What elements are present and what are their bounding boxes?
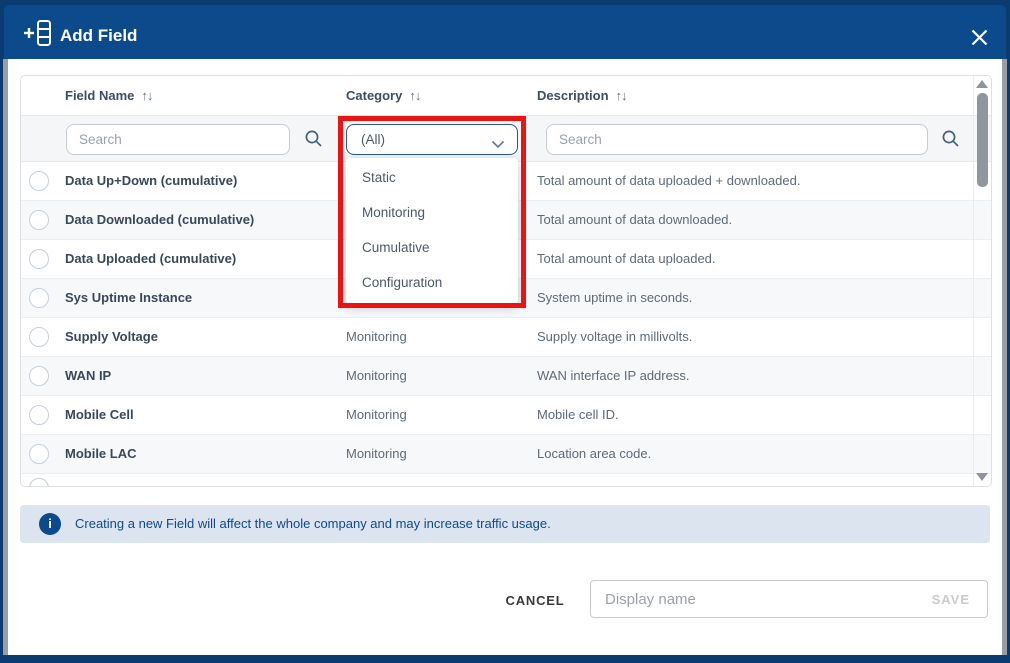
- field-name: Data Up+Down (cumulative): [65, 162, 237, 200]
- row-radio[interactable]: [29, 210, 49, 230]
- table-row[interactable]: Supply Voltage Monitoring Supply voltage…: [21, 318, 991, 357]
- column-header-description: Description ↑↓: [537, 76, 627, 116]
- dropdown-option[interactable]: Cumulative: [346, 230, 518, 265]
- info-banner-text: Creating a new Field will affect the who…: [75, 505, 551, 543]
- modal-header: Add Field: [4, 5, 1006, 59]
- description-search-input[interactable]: [546, 124, 928, 155]
- field-name: WAN IP: [65, 357, 111, 395]
- cancel-button[interactable]: CANCEL: [495, 588, 575, 614]
- field-name: Mobile LAC: [65, 435, 137, 473]
- row-radio: [29, 478, 49, 487]
- row-radio[interactable]: [29, 327, 49, 347]
- field-description: System uptime in seconds.: [537, 279, 692, 317]
- search-icon[interactable]: [941, 129, 960, 153]
- table-row-partial: [21, 474, 991, 486]
- field-category: Monitoring: [346, 435, 407, 473]
- dialog-title: Add Field: [60, 26, 137, 46]
- column-label: Field Name: [65, 88, 134, 103]
- row-radio[interactable]: [29, 366, 49, 386]
- row-radio[interactable]: [29, 405, 49, 425]
- row-radio[interactable]: [29, 288, 49, 308]
- scrollbar-divider: [973, 76, 974, 486]
- field-description: Supply voltage in millivolts.: [537, 318, 692, 356]
- field-description: Total amount of data uploaded.: [537, 240, 716, 278]
- field-name: Sys Uptime Instance: [65, 279, 192, 317]
- add-field-dialog: Add Field Field Name ↑↓ Category ↑↓ Descri…: [0, 0, 1010, 663]
- sort-icon[interactable]: ↑↓: [141, 88, 152, 103]
- scrollbar-thumb[interactable]: [977, 93, 988, 187]
- category-dropdown-menu: Static Monitoring Cumulative Configurati…: [346, 158, 518, 304]
- dropdown-option[interactable]: Monitoring: [346, 195, 518, 230]
- field-category: Monitoring: [346, 318, 407, 356]
- chevron-down-icon: [491, 136, 505, 154]
- field-description: Location area code.: [537, 435, 651, 473]
- field-name: Mobile Cell: [65, 396, 134, 434]
- field-name: Data Uploaded (cumulative): [65, 240, 236, 278]
- add-field-icon: [22, 18, 52, 53]
- table-header-row: Field Name ↑↓ Category ↑↓ Description ↑↓: [21, 76, 991, 116]
- info-banner: i Creating a new Field will affect the w…: [20, 505, 990, 543]
- scrollbar-down-arrow[interactable]: [976, 473, 988, 481]
- row-radio[interactable]: [29, 171, 49, 191]
- column-header-field-name: Field Name ↑↓: [65, 76, 152, 116]
- field-description: Total amount of data uploaded + download…: [537, 162, 800, 200]
- table-row[interactable]: Mobile LAC Monitoring Location area code…: [21, 435, 991, 474]
- field-category: Monitoring: [346, 396, 407, 434]
- dropdown-option[interactable]: Static: [346, 160, 518, 195]
- table-filter-row: (All): [21, 116, 991, 162]
- sort-icon[interactable]: ↑↓: [616, 88, 627, 103]
- field-description: Mobile cell ID.: [537, 396, 619, 434]
- save-button[interactable]: SAVE: [890, 592, 970, 607]
- category-filter-value: (All): [361, 125, 385, 154]
- category-filter-select[interactable]: (All): [346, 124, 518, 155]
- row-radio[interactable]: [29, 444, 49, 464]
- field-name: Supply Voltage: [65, 318, 158, 356]
- search-icon[interactable]: [304, 129, 323, 153]
- column-header-category: Category ↑↓: [346, 76, 420, 116]
- field-name-search-input[interactable]: [66, 124, 290, 155]
- info-icon: i: [39, 513, 61, 535]
- field-description: Total amount of data downloaded.: [537, 201, 732, 239]
- table-row[interactable]: WAN IP Monitoring WAN interface IP addre…: [21, 357, 991, 396]
- page-backdrop-right: [1002, 59, 1007, 655]
- field-description: WAN interface IP address.: [537, 357, 689, 395]
- close-icon[interactable]: [966, 24, 992, 50]
- column-label: Description: [537, 88, 609, 103]
- table-row[interactable]: Mobile Cell Monitoring Mobile cell ID.: [21, 396, 991, 435]
- row-radio[interactable]: [29, 249, 49, 269]
- field-name: Data Downloaded (cumulative): [65, 201, 254, 239]
- scrollbar-up-arrow[interactable]: [976, 80, 988, 88]
- field-category: Monitoring: [346, 357, 407, 395]
- column-label: Category: [346, 88, 402, 103]
- sort-icon[interactable]: ↑↓: [409, 88, 420, 103]
- dropdown-option[interactable]: Configuration: [346, 265, 518, 300]
